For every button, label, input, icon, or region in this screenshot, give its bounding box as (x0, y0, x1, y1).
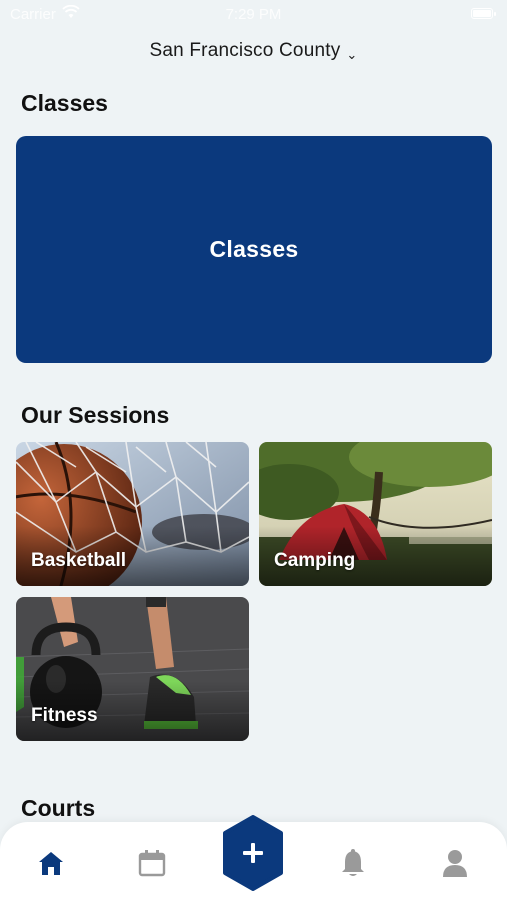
home-icon (39, 852, 63, 875)
classes-section-title: Classes (21, 90, 108, 116)
session-label: Basketball (31, 550, 127, 571)
bell-icon (342, 849, 364, 876)
sessions-section-title: Our Sessions (21, 402, 170, 428)
calendar-icon (138, 850, 166, 877)
add-button[interactable] (222, 815, 284, 891)
tab-profile[interactable] (438, 846, 472, 880)
status-bar: Carrier 7:29 PM (0, 0, 507, 30)
session-card-fitness[interactable]: Fitness (16, 597, 249, 741)
session-label: Fitness (31, 705, 98, 726)
clock: 7:29 PM (225, 6, 282, 23)
tab-home[interactable] (34, 846, 68, 880)
location-label: San Francisco County (149, 40, 341, 61)
battery-icon (471, 8, 496, 19)
tab-calendar[interactable] (135, 846, 169, 880)
tab-notifications[interactable] (336, 846, 370, 880)
chevron-down-icon: ⌄ (346, 47, 358, 62)
location-selector[interactable]: San Francisco County ⌄ (0, 40, 507, 66)
courts-section-title: Courts (21, 795, 96, 821)
session-card-camping[interactable]: Camping (259, 442, 492, 586)
classes-card[interactable]: Classes (16, 136, 492, 363)
session-label: Camping (274, 550, 356, 571)
classes-card-label: Classes (209, 236, 299, 262)
user-icon (443, 850, 467, 877)
session-card-basketball[interactable]: Basketball (16, 442, 249, 586)
